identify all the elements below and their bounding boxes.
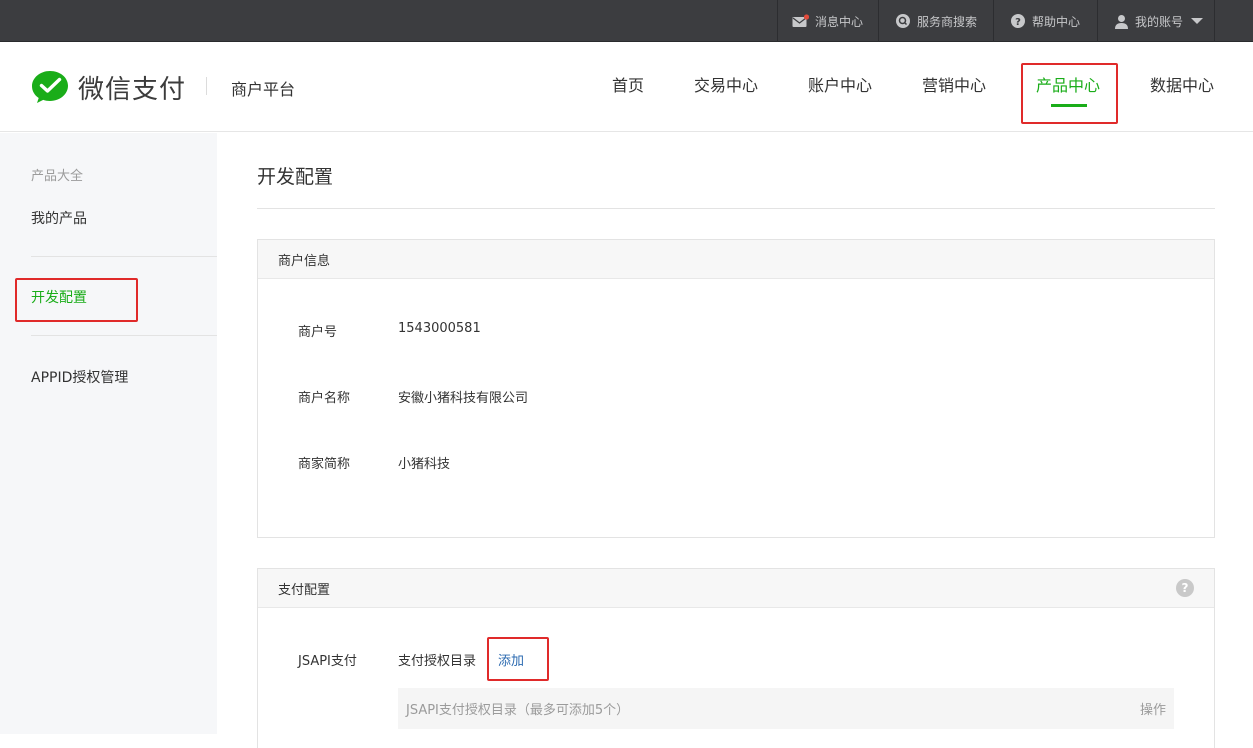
nav-home[interactable]: 首页 — [612, 72, 644, 96]
topbar-provider-search[interactable]: 服务商搜索 — [878, 0, 993, 42]
merchant-name-value: 安徽小猪科技有限公司 — [398, 391, 529, 406]
user-icon — [1114, 14, 1129, 29]
help-icon: ? — [1010, 13, 1026, 29]
sidebar-item-dev-config[interactable]: 开发配置 — [31, 287, 87, 307]
page-title: 开发配置 — [257, 166, 334, 188]
platform-name: 商户平台 — [231, 80, 296, 99]
brand-divider — [206, 77, 207, 95]
jsapi-pay-label: JSAPI支付 — [298, 654, 357, 669]
payment-config-panel: 支付配置 ? JSAPI支付 支付授权目录 添加 JSAPI支付授权目录（最多可… — [257, 568, 1215, 748]
merchant-short-name-value: 小猪科技 — [398, 457, 451, 472]
brand-name[interactable]: 微信支付 — [78, 69, 186, 106]
sidebar-item-appid-auth[interactable]: APPID授权管理 — [31, 367, 128, 387]
header: 微信支付 商户平台 首页 交易中心 账户中心 营销中心 产品中心 数据中心 — [0, 42, 1253, 132]
panel-title: 商户信息 — [258, 240, 1214, 279]
merchant-name-label: 商户名称 — [298, 391, 351, 406]
search-circle-icon — [895, 13, 911, 29]
nav-active-indicator — [1051, 104, 1087, 107]
topbar-label: 我的账号 — [1135, 14, 1184, 29]
nav-products[interactable]: 产品中心 — [1036, 72, 1100, 96]
chevron-down-icon[interactable] — [1191, 18, 1204, 24]
add-auth-dir-link[interactable]: 添加 — [498, 650, 524, 669]
topbar-label: 服务商搜索 — [917, 14, 978, 29]
sidebar-divider — [31, 256, 217, 257]
topbar-help[interactable]: ? 帮助中心 — [993, 0, 1097, 42]
nav-account[interactable]: 账户中心 — [808, 72, 872, 96]
topbar-messages[interactable]: 消息中心 — [777, 0, 878, 42]
merchant-short-name-label: 商家简称 — [298, 457, 351, 472]
nav-data[interactable]: 数据中心 — [1150, 72, 1214, 96]
svg-text:?: ? — [1015, 17, 1021, 28]
top-bar: 消息中心 服务商搜索 ? 帮助中心 我的账号 — [0, 0, 1253, 42]
topbar-my-account[interactable]: 我的账号 — [1097, 0, 1215, 42]
message-icon — [792, 14, 809, 28]
table-col-directory: JSAPI支付授权目录（最多可添加5个） — [406, 703, 630, 718]
wechat-pay-logo-icon[interactable] — [31, 70, 69, 108]
topbar-label: 帮助中心 — [1032, 14, 1081, 29]
title-divider — [257, 208, 1215, 209]
table-col-action: 操作 — [1139, 703, 1166, 718]
sidebar: 产品大全 我的产品 开发配置 APPID授权管理 — [0, 133, 217, 734]
merchant-id-value: 1543000581 — [398, 321, 481, 336]
sidebar-divider — [31, 335, 217, 336]
nav-marketing[interactable]: 营销中心 — [922, 72, 986, 96]
auth-dir-label: 支付授权目录 — [398, 654, 477, 669]
merchant-id-label: 商户号 — [298, 325, 338, 340]
sidebar-item-my-products[interactable]: 我的产品 — [31, 208, 87, 228]
nav-transactions[interactable]: 交易中心 — [694, 72, 758, 96]
panel-title: 支付配置 — [278, 582, 331, 598]
auth-dir-table-header: JSAPI支付授权目录（最多可添加5个） 操作 — [398, 688, 1174, 729]
topbar-label: 消息中心 — [815, 14, 864, 29]
sidebar-group-label: 产品大全 — [31, 169, 84, 184]
panel-header: 支付配置 ? — [258, 569, 1214, 608]
help-circle-icon[interactable]: ? — [1176, 579, 1194, 597]
merchant-info-panel: 商户信息 商户号 1543000581 商户名称 安徽小猪科技有限公司 商家简称… — [257, 239, 1215, 538]
